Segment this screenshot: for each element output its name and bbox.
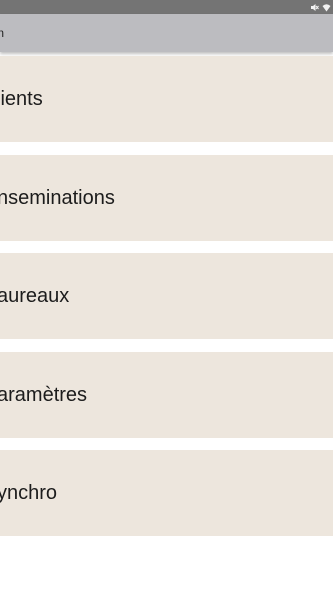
app-title: ation (0, 14, 4, 52)
status-icons (310, 1, 331, 13)
wifi-icon (322, 3, 331, 12)
status-bar (0, 0, 333, 14)
action-bar: ation (0, 14, 333, 52)
menu-item-label: nseminations (0, 187, 115, 209)
menu-item-label: lients (0, 88, 43, 110)
menu-item-label: aramètres (0, 384, 88, 406)
menu-item-inseminations[interactable]: nseminations (0, 155, 333, 241)
menu-item-clients[interactable]: lients (0, 56, 333, 142)
menu-item-synchro[interactable]: ynchro (0, 450, 333, 536)
menu-item-taureaux[interactable]: aureaux (0, 253, 333, 339)
app-title-text: ation (0, 26, 5, 40)
menu-item-label: ynchro (0, 482, 58, 504)
menu-item-label: aureaux (0, 285, 70, 307)
mute-icon (310, 3, 319, 12)
menu-item-parametres[interactable]: aramètres (0, 352, 333, 438)
